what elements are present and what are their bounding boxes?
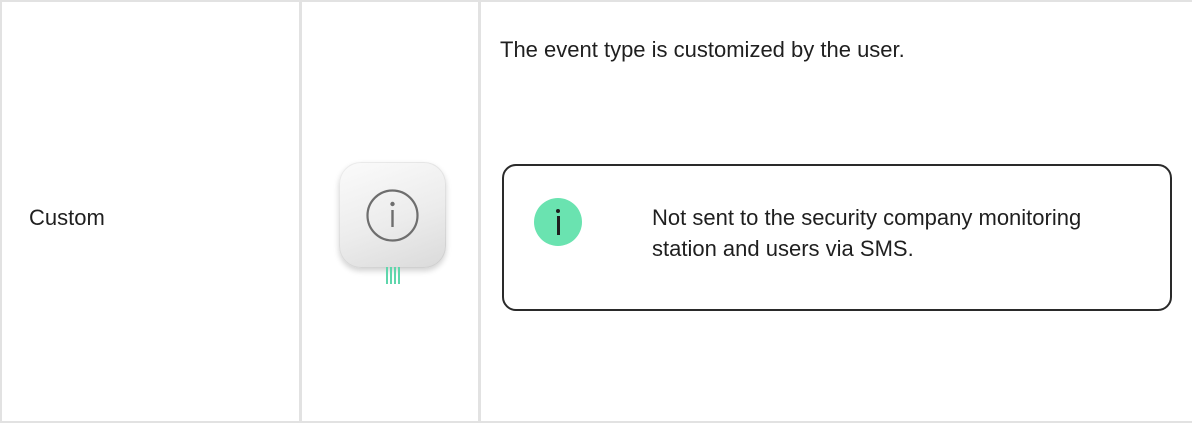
event-table-row: Custom The event type is customized by t… (0, 0, 1192, 423)
event-icon-cell (302, 2, 481, 421)
event-description: The event type is customized by the user… (500, 37, 905, 62)
device-wires (386, 267, 402, 285)
info-icon (534, 198, 582, 246)
event-description-cell: The event type is customized by the user… (481, 2, 1192, 421)
device-image (339, 162, 446, 268)
event-type-label: Custom (29, 205, 105, 230)
info-note-text: Not sent to the security company monitor… (652, 205, 1082, 261)
event-type-cell: Custom (2, 2, 302, 421)
info-note: Not sent to the security company monitor… (502, 164, 1172, 311)
info-icon (366, 189, 419, 242)
